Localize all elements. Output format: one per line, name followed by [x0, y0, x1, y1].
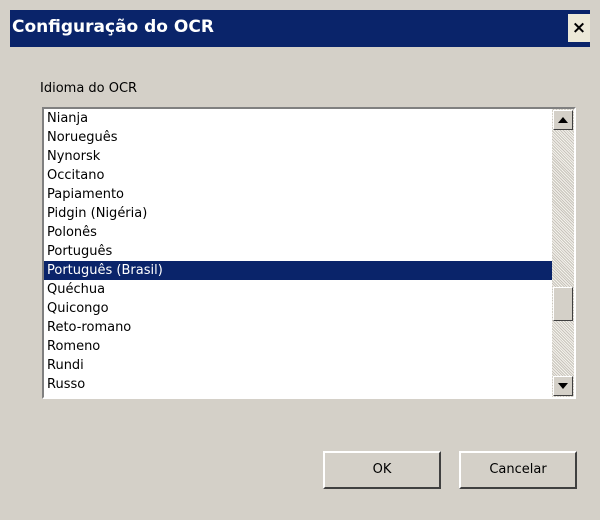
title-bar: Configuração do OCR × [10, 10, 590, 47]
language-list-item[interactable]: Occitano [44, 166, 552, 185]
language-list: Nianja Norueguês Nynorsk Occitano Papiamento… [44, 109, 552, 397]
close-icon: × [571, 18, 587, 38]
arrow-up-icon [558, 117, 568, 123]
cancel-button[interactable]: Cancelar [459, 451, 577, 489]
ocr-settings-dialog: Configuração do OCR × Idioma do OCR Nian… [0, 0, 600, 520]
language-list-item[interactable]: Russo [44, 375, 552, 394]
language-list-item[interactable]: Nynorsk [44, 147, 552, 166]
language-listbox[interactable]: Nianja Norueguês Nynorsk Occitano Papiamento… [42, 107, 576, 399]
arrow-down-icon [558, 383, 568, 389]
language-list-item[interactable]: Quéchua [44, 280, 552, 299]
close-button[interactable]: × [568, 14, 590, 42]
language-list-item[interactable]: Romeno [44, 337, 552, 356]
dialog-title: Configuração do OCR [12, 17, 214, 37]
language-list-item[interactable]: Nianja [44, 109, 552, 128]
language-list-item[interactable]: Português (Brasil) [44, 261, 552, 280]
ocr-language-label: Idioma do OCR [40, 81, 138, 96]
language-list-item[interactable]: Norueguês [44, 128, 552, 147]
language-list-item[interactable]: Rundi [44, 356, 552, 375]
language-list-item[interactable]: Papiamento [44, 185, 552, 204]
language-list-item[interactable]: Reto-romano [44, 318, 552, 337]
language-list-item[interactable]: Polonês [44, 223, 552, 242]
scroll-up-button[interactable] [553, 110, 573, 130]
language-list-item[interactable]: Quicongo [44, 299, 552, 318]
vertical-scrollbar[interactable] [552, 109, 574, 397]
language-list-item[interactable]: Português [44, 242, 552, 261]
language-list-item[interactable]: Pidgin (Nigéria) [44, 204, 552, 223]
scroll-thumb[interactable] [553, 287, 573, 321]
ok-button[interactable]: OK [323, 451, 441, 489]
scroll-down-button[interactable] [553, 376, 573, 396]
